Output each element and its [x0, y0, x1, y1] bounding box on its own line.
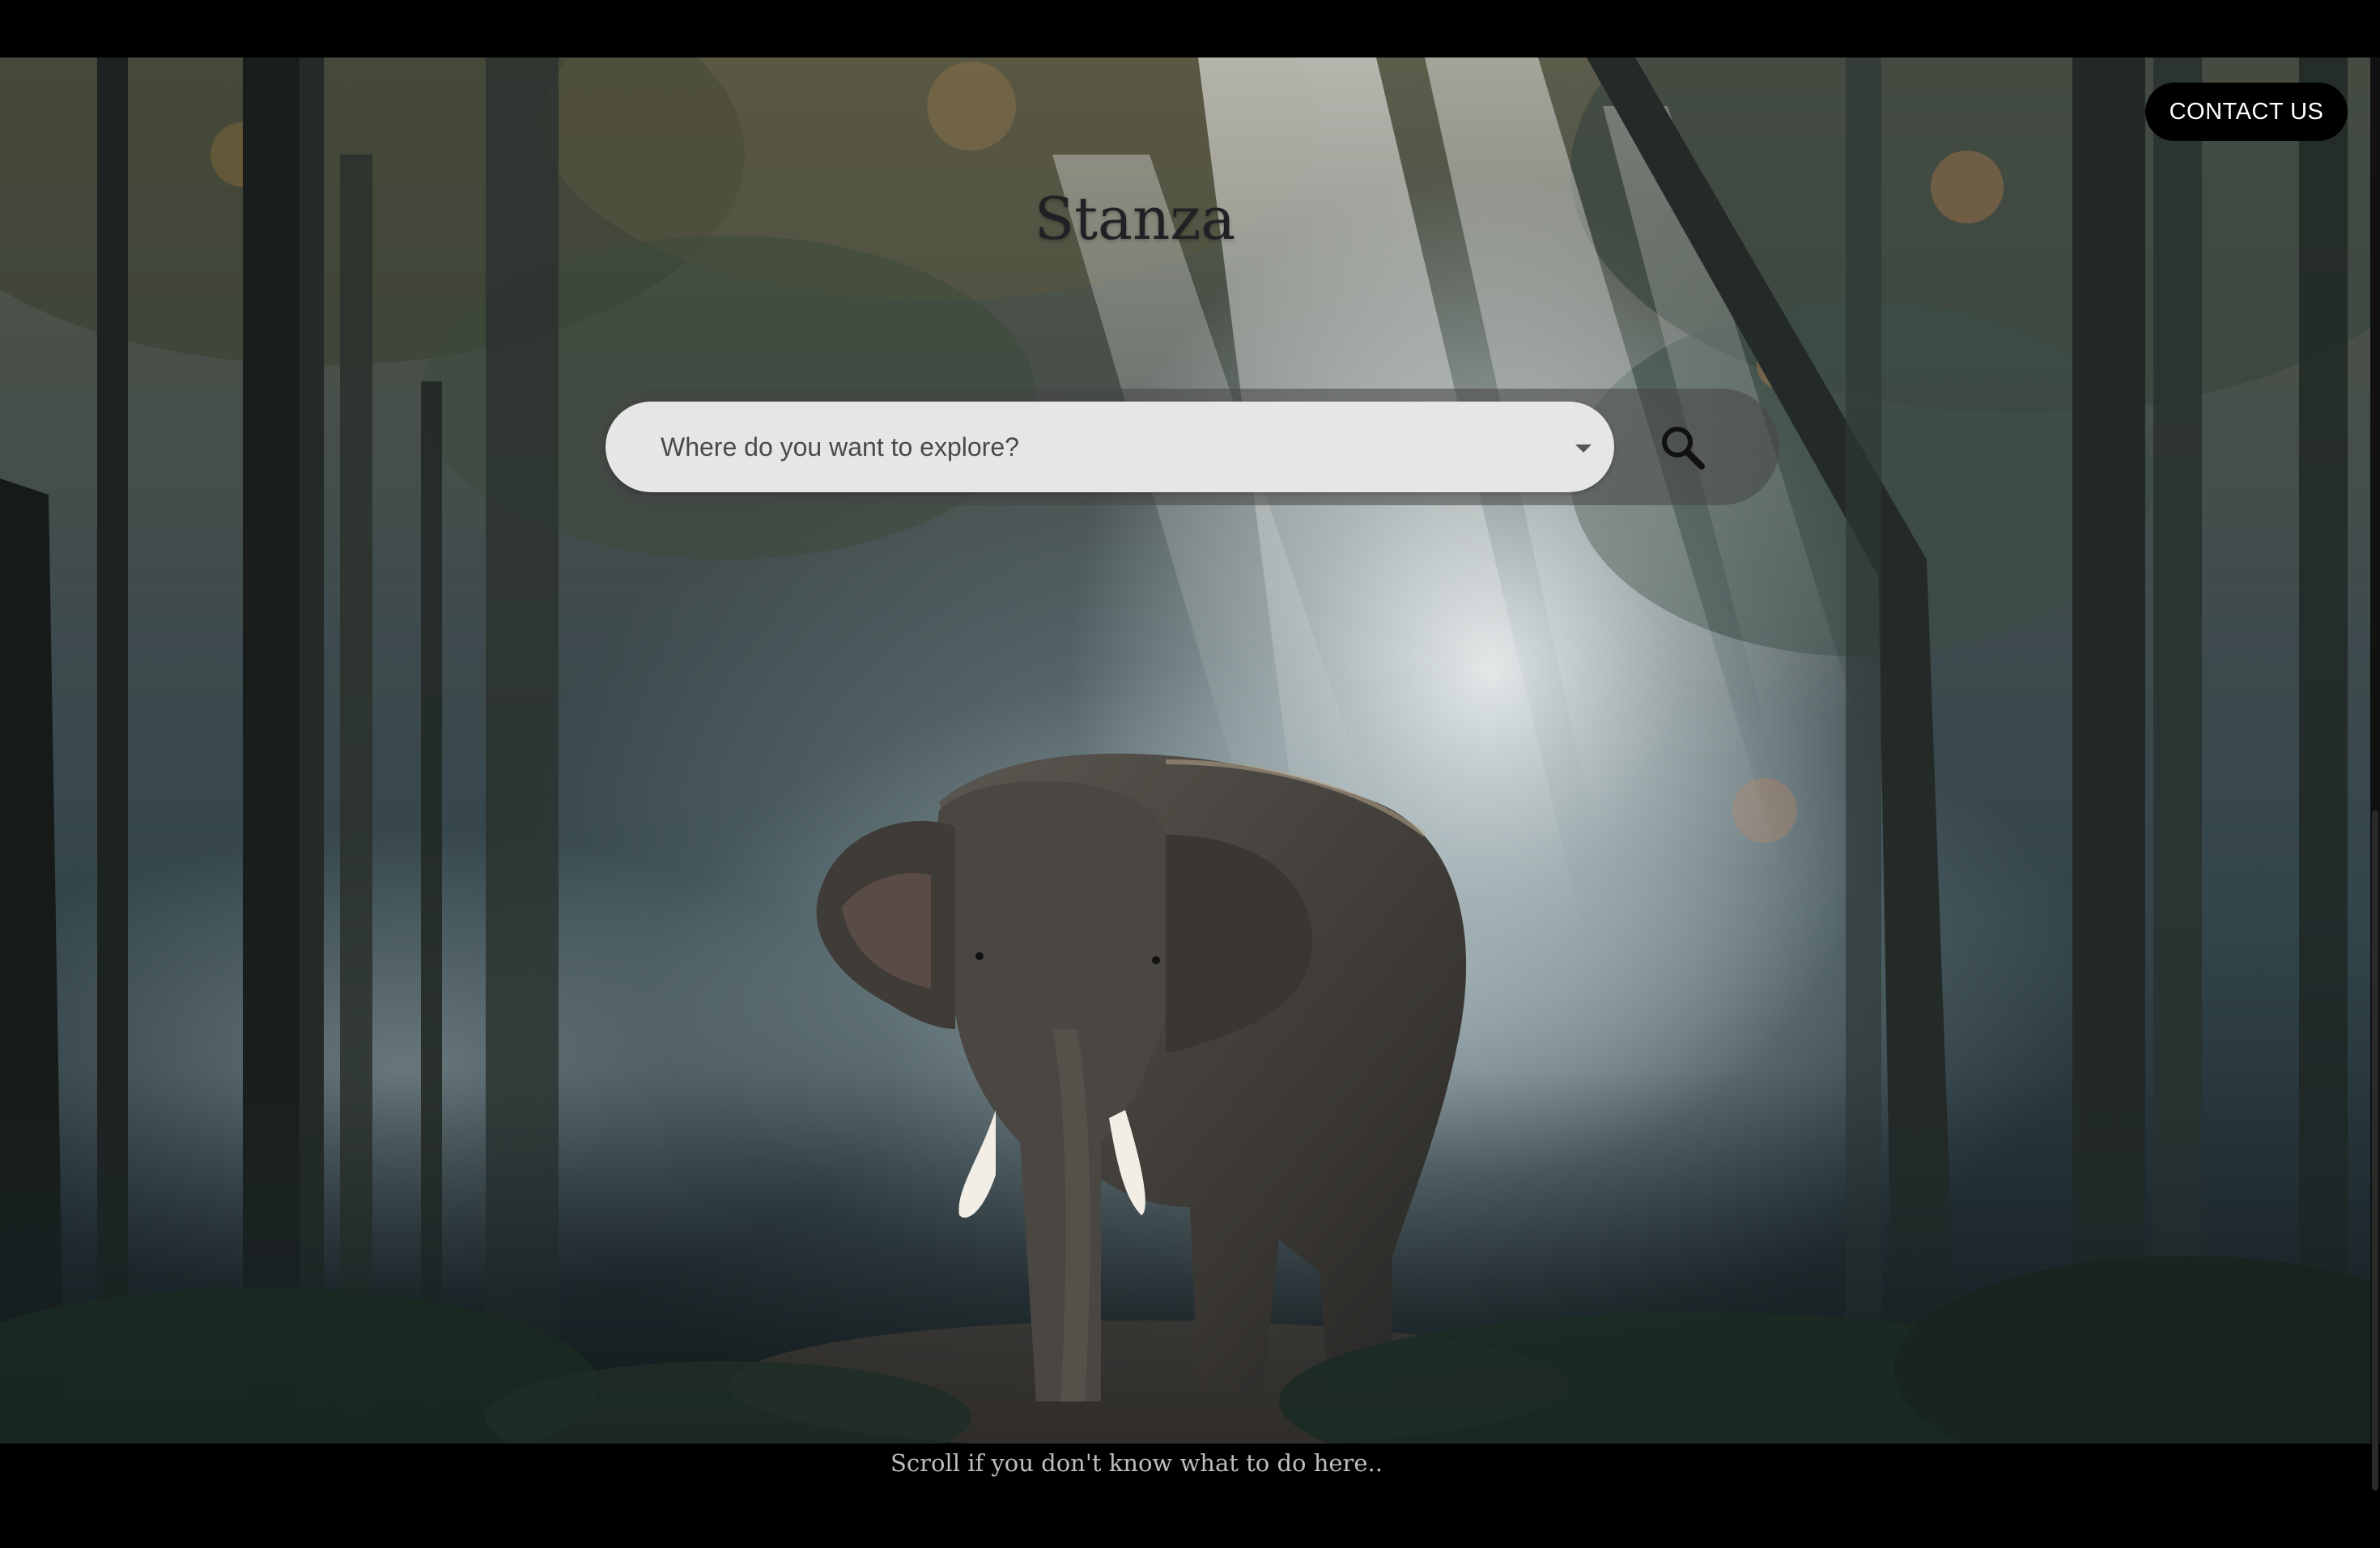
caret-down-icon[interactable]	[1575, 444, 1592, 453]
search-placeholder: Where do you want to explore?	[661, 432, 1019, 461]
search-icon	[1662, 427, 1705, 470]
page-scrollbar[interactable]	[2370, 57, 2380, 1491]
forest-elephant-illustration	[0, 57, 2380, 1444]
brand-title-container: Stanza	[0, 185, 2380, 253]
hero-background-image	[0, 57, 2380, 1444]
scroll-hint-container: Scroll if you don't know what to do here…	[0, 1449, 2380, 1477]
scroll-hint-text: Scroll if you don't know what to do here…	[890, 1449, 1383, 1477]
destination-search-input[interactable]: Where do you want to explore?	[606, 402, 1614, 492]
search-button[interactable]	[1643, 408, 1721, 486]
contact-us-button[interactable]: CONTACT US	[2145, 83, 2348, 141]
brand-title: Stanza	[1034, 185, 1236, 253]
scrollbar-thumb[interactable]	[2372, 810, 2378, 1491]
search-bar: Where do you want to explore?	[594, 389, 1779, 505]
